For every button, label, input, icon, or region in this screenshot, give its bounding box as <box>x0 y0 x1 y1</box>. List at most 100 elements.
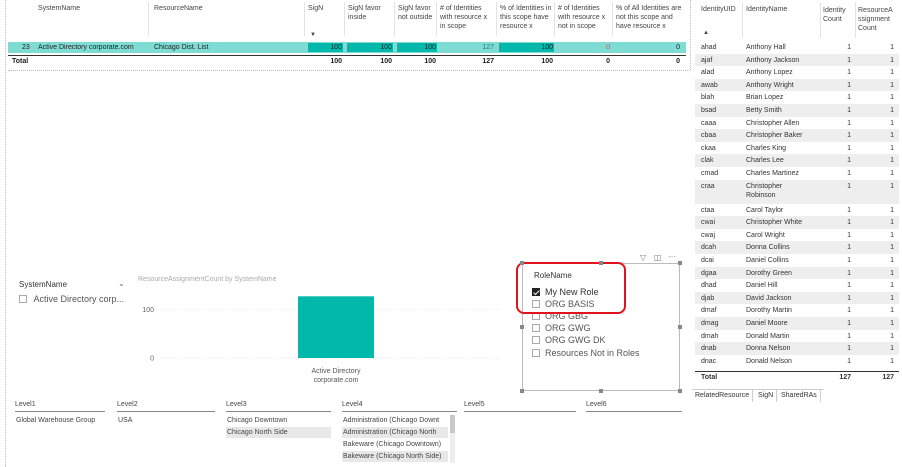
system-slicer-item[interactable]: Active Directory corp... <box>19 293 124 304</box>
level-slicer-title: Level4 <box>342 401 363 408</box>
level-slicer-item[interactable]: USA <box>117 415 215 426</box>
resource-matrix-table[interactable]: SystemName ResourceName SigN ▼ SigN favo… <box>8 0 686 68</box>
table-row[interactable]: awab Anthony Wright 1 1 <box>695 78 899 92</box>
identity-count-cell: 1 <box>847 56 851 64</box>
table-row[interactable]: dhad Daniel Hill 1 1 <box>695 279 899 292</box>
page-tab[interactable]: SigN <box>755 390 778 402</box>
level-slicer-item[interactable]: Administration (Chicago Downt <box>342 415 448 426</box>
col-header-identities-in-scope[interactable]: # of Identities with resource x in scope <box>440 4 494 31</box>
table-row[interactable]: clak Charles Lee 1 1 <box>695 154 899 167</box>
resize-handle[interactable] <box>678 325 682 329</box>
identity-count-cell: 1 <box>847 107 851 114</box>
col-header-sign-favor-inside[interactable]: SigN favor inside <box>348 4 392 22</box>
table-row[interactable]: cwai Christopher White 1 1 <box>695 216 899 229</box>
identity-table[interactable]: IdentityUID ▲ IdentityName Identity Coun… <box>695 0 899 386</box>
total-identities-not-in-scope: 0 <box>606 58 610 65</box>
table-row[interactable]: dnac Donald Nelson 1 1 <box>695 355 899 368</box>
identity-assign-cell: 1 <box>890 44 894 51</box>
table-row[interactable]: ckaa Charles King 1 1 <box>695 142 899 155</box>
identity-name-cell: Daniel Collins <box>746 257 789 264</box>
col-header-sign[interactable]: SigN <box>308 4 323 13</box>
identity-assign-cell: 1 <box>890 231 894 239</box>
col-header-pct-in-scope[interactable]: % of Identities in this scope have resou… <box>500 4 554 31</box>
identity-name-cell: Christopher White <box>746 219 803 227</box>
identity-name-cell: Christopher Robinson <box>746 182 783 199</box>
table-row[interactable]: ctaa Carol Taylor 1 1 <box>695 204 899 217</box>
checkbox[interactable] <box>532 348 540 357</box>
table-row[interactable]: dmah Donald Martin 1 1 <box>695 330 899 343</box>
bar[interactable] <box>298 296 374 358</box>
checkbox[interactable] <box>532 336 540 345</box>
col-header-identityuid[interactable]: IdentityUID <box>701 6 736 13</box>
resize-handle[interactable] <box>520 389 524 393</box>
col-separator <box>304 2 305 36</box>
identity-count-cell: 1 <box>847 182 851 190</box>
table-row[interactable]: dcai Daniel Collins 1 1 <box>695 254 899 267</box>
table-row[interactable]: dmaf Dorothy Martin 1 1 <box>695 304 899 317</box>
scrollbar-thumb[interactable] <box>450 415 455 433</box>
bar-chart[interactable]: 100 0 Active Directory corporate.com <box>130 285 510 390</box>
chevron-down-icon[interactable]: ⌄ <box>118 279 125 288</box>
role-slicer-item[interactable]: ORG GWG <box>532 323 591 333</box>
role-slicer-item[interactable]: Resources Not in Roles <box>532 347 640 358</box>
level-slicer-item[interactable]: Chicago North Side <box>226 427 331 438</box>
filter-icon[interactable]: ▽ <box>640 253 646 262</box>
identity-name-cell: Charles Lee <box>746 157 784 165</box>
col-header-identityname[interactable]: IdentityName <box>746 6 787 13</box>
row-system[interactable]: Active Directory corporate.com <box>38 42 134 53</box>
resize-handle[interactable] <box>678 261 682 265</box>
checkbox[interactable] <box>19 294 27 303</box>
table-row[interactable]: djab David Jackson 1 1 <box>695 291 899 305</box>
col-separator <box>855 2 856 38</box>
level-slicer-item[interactable]: Administration (Chicago North <box>342 427 448 438</box>
identity-count-cell: 1 <box>847 231 851 239</box>
table-row[interactable]: craa Christopher Robinson 1 1 <box>695 179 899 204</box>
table-row[interactable]: blah Brian Lopez 1 1 <box>695 91 899 104</box>
role-slicer-item[interactable]: ORG GWG DK <box>532 335 606 346</box>
row-resource[interactable]: Chicago Dist. List <box>154 42 208 53</box>
resize-handle[interactable] <box>599 261 603 265</box>
table-row[interactable]: dcah Donna Collins 1 1 <box>695 241 899 254</box>
table-row[interactable]: dnab Donna Nelson 1 1 <box>695 342 899 355</box>
col-header-resourceassignmentcount[interactable]: ResourceA ssignment Count <box>858 6 898 33</box>
table-row[interactable]: alad Anthony Lopez 1 1 <box>695 66 899 79</box>
level-slicer-item[interactable]: Bakeware (Chicago North Side) <box>342 451 448 462</box>
level-slicer-item[interactable]: Global Warehouse Group <box>15 415 105 426</box>
resize-handle[interactable] <box>599 389 603 393</box>
col-header-pct-all-not-scope[interactable]: % of All Identities are not this scope a… <box>616 4 684 31</box>
page-tab[interactable]: SharedRAs <box>778 390 821 402</box>
resize-handle[interactable] <box>520 261 524 265</box>
table-row[interactable]: ahad Anthony Hall 1 1 <box>695 41 899 54</box>
identity-count-cell: 1 <box>847 345 851 353</box>
col-header-identitycount[interactable]: Identity Count <box>823 6 855 24</box>
col-header-identities-not-in-scope[interactable]: # of Identities with resource x not in s… <box>558 4 612 31</box>
col-separator <box>820 2 821 38</box>
table-row[interactable]: bsad Betty Smith 1 1 <box>695 104 899 117</box>
identity-assign-cell: 1 <box>890 332 894 340</box>
highlight-annotation <box>516 262 626 314</box>
table-row[interactable]: caaa Christopher Allen 1 1 <box>695 117 899 130</box>
sort-desc-icon[interactable]: ▼ <box>310 32 316 38</box>
focus-mode-icon[interactable]: ◫ <box>654 253 662 262</box>
role-slicer-item-label: ORG GWG DK <box>545 335 606 346</box>
table-row[interactable]: cmad Charles Martinez 1 1 <box>695 167 899 180</box>
col-header-resourcename[interactable]: ResourceName <box>154 4 203 13</box>
identity-count-cell: 1 <box>847 144 851 152</box>
slicer-underline <box>586 411 682 412</box>
checkbox[interactable] <box>532 324 540 333</box>
table-row[interactable]: dmag Daniel Moore 1 1 <box>695 317 899 330</box>
table-row[interactable]: ajaf Anthony Jackson 1 1 <box>695 53 899 67</box>
sort-asc-icon[interactable]: ▲ <box>703 30 709 36</box>
table-row[interactable]: cbaa Christopher Baker 1 1 <box>695 129 899 142</box>
table-row[interactable]: cwaj Carol Wright 1 1 <box>695 229 899 242</box>
resize-handle[interactable] <box>520 325 524 329</box>
more-options-icon[interactable]: ··· <box>668 252 676 261</box>
table-row[interactable]: dgaa Dorothy Green 1 1 <box>695 266 899 280</box>
page-tab[interactable]: RelatedResource <box>692 390 754 402</box>
level-slicer-item[interactable]: Bakeware (Chicago Downtown) <box>342 439 448 450</box>
identity-assign-cell: 1 <box>890 107 894 114</box>
y-tick-label: 0 <box>150 356 154 363</box>
resize-handle[interactable] <box>678 389 682 393</box>
level-slicer-item[interactable]: Chicago Downtown <box>226 415 331 426</box>
col-header-systemname[interactable]: SystemName <box>38 4 80 13</box>
